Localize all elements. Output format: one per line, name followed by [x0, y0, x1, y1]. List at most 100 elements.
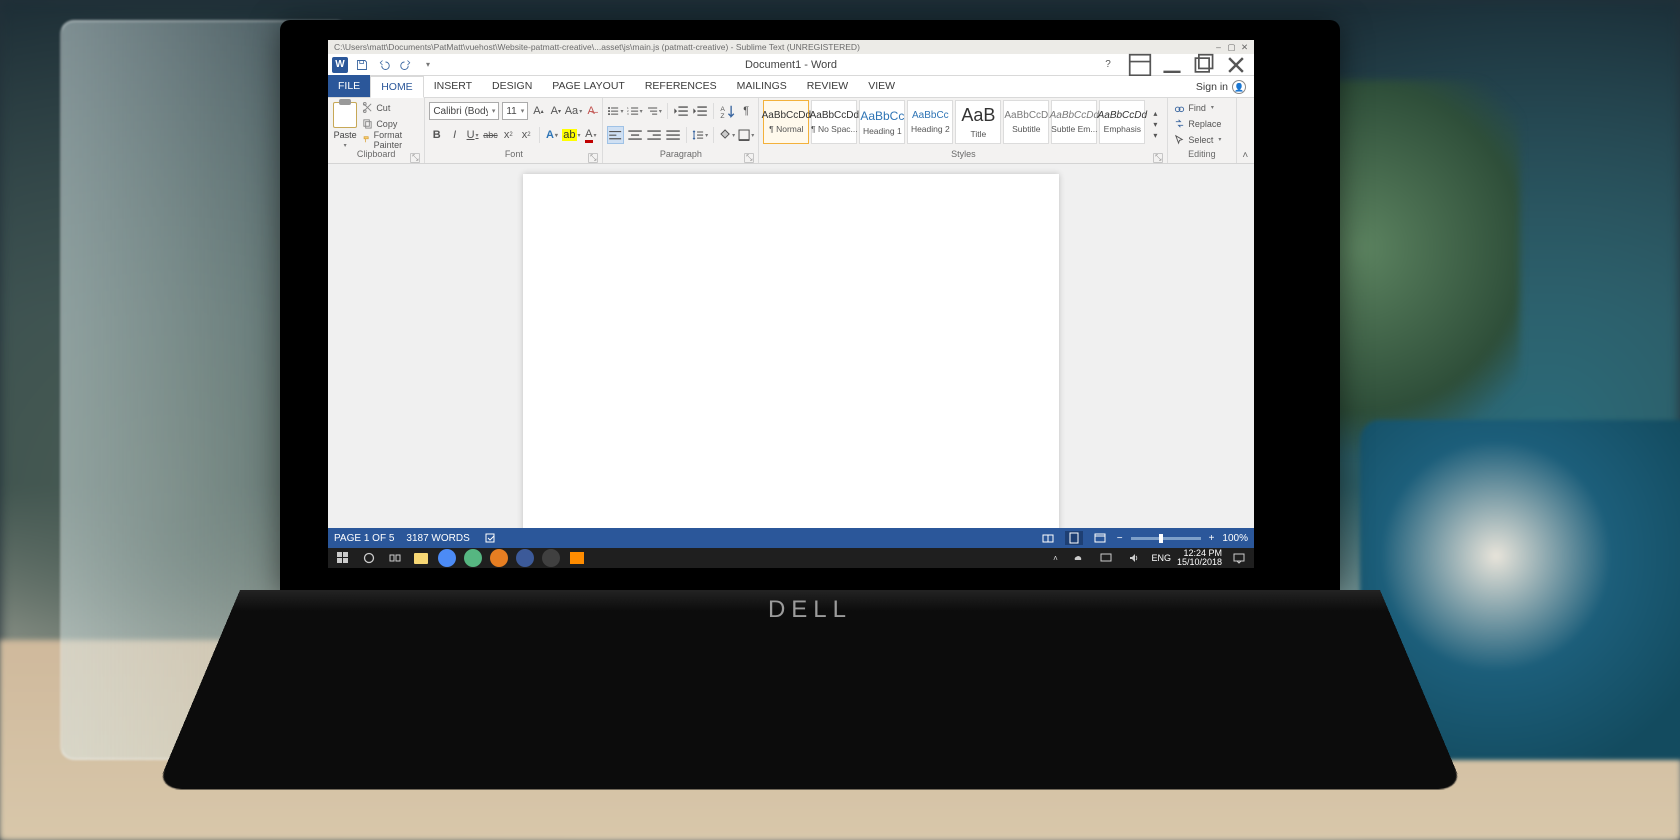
font-size-combo[interactable]: 11▾ — [502, 102, 528, 120]
line-spacing-button[interactable] — [692, 126, 708, 144]
increase-indent-button[interactable] — [692, 102, 708, 120]
tray-language[interactable]: ENG — [1151, 553, 1171, 563]
close-button[interactable] — [1224, 56, 1248, 74]
ribbon-display-options-button[interactable] — [1128, 56, 1152, 74]
text-effects-button[interactable]: A — [545, 126, 560, 144]
strikethrough-button[interactable]: abc — [483, 126, 498, 144]
bg-close-button[interactable]: ✕ — [1239, 42, 1250, 53]
zoom-level[interactable]: 100% — [1222, 533, 1248, 544]
clipboard-dialog-launcher[interactable]: ⤡ — [410, 153, 420, 163]
decrease-indent-button[interactable] — [673, 102, 689, 120]
multilevel-list-button[interactable] — [646, 102, 662, 120]
taskbar-app-3[interactable] — [488, 549, 510, 567]
qa-undo-button[interactable] — [376, 57, 392, 73]
cortana-button[interactable] — [358, 549, 380, 567]
style-subtle-emphasis[interactable]: AaBbCcDdSubtle Em... — [1051, 100, 1097, 144]
styles-gallery-more[interactable]: ▴▾▾ — [1147, 100, 1163, 149]
document-area[interactable] — [328, 164, 1254, 528]
font-dialog-launcher[interactable]: ⤡ — [588, 153, 598, 163]
style-normal[interactable]: AaBbCcDd¶ Normal — [763, 100, 809, 144]
align-right-button[interactable] — [646, 126, 662, 144]
bold-button[interactable]: B — [429, 126, 444, 144]
cut-button[interactable]: Cut — [360, 100, 420, 115]
minimize-button[interactable] — [1160, 56, 1184, 74]
tray-overflow-button[interactable]: ˄ — [1049, 549, 1061, 567]
font-color-button[interactable]: A — [583, 126, 598, 144]
find-button[interactable]: Find▾ — [1172, 100, 1231, 115]
tab-references[interactable]: REFERENCES — [635, 75, 727, 97]
collapse-ribbon-button[interactable]: ˄ — [1242, 150, 1248, 161]
taskbar-app-1[interactable] — [436, 549, 458, 567]
font-name-combo[interactable]: Calibri (Body)▾ — [429, 102, 499, 120]
sign-in-link[interactable]: Sign in 👤 — [1196, 76, 1246, 98]
style-heading-2[interactable]: AaBbCcHeading 2 — [907, 100, 953, 144]
status-words[interactable]: 3187 WORDS — [406, 533, 469, 544]
bg-minimize-button[interactable]: – — [1213, 42, 1224, 53]
tray-network-icon[interactable] — [1095, 549, 1117, 567]
bg-maximize-button[interactable]: ▢ — [1226, 42, 1237, 53]
tab-page-layout[interactable]: PAGE LAYOUT — [542, 75, 635, 97]
numbering-button[interactable]: 123 — [627, 102, 643, 120]
replace-button[interactable]: Replace — [1172, 116, 1231, 131]
style-heading-1[interactable]: AaBbCcHeading 1 — [859, 100, 905, 144]
taskbar-app-4[interactable] — [514, 549, 536, 567]
superscript-button[interactable]: x2 — [519, 126, 534, 144]
view-read-mode-button[interactable] — [1039, 531, 1057, 545]
paste-button[interactable]: Paste ▾ — [332, 100, 358, 149]
paragraph-dialog-launcher[interactable]: ⤡ — [744, 153, 754, 163]
zoom-slider[interactable] — [1131, 537, 1201, 540]
show-marks-button[interactable]: ¶ — [738, 102, 754, 120]
qa-save-button[interactable] — [354, 57, 370, 73]
shrink-font-button[interactable]: A▾ — [549, 102, 563, 120]
tab-design[interactable]: DESIGN — [482, 75, 542, 97]
borders-button[interactable] — [738, 126, 754, 144]
change-case-button[interactable]: Aa — [566, 102, 581, 120]
select-button[interactable]: Select▾ — [1172, 132, 1231, 147]
shading-button[interactable] — [719, 126, 735, 144]
view-web-layout-button[interactable] — [1091, 531, 1109, 545]
status-page[interactable]: PAGE 1 OF 5 — [334, 533, 394, 544]
help-button[interactable]: ? — [1096, 56, 1120, 74]
tab-file[interactable]: FILE — [328, 75, 370, 97]
taskbar-app-5[interactable] — [540, 549, 562, 567]
tab-mailings[interactable]: MAILINGS — [727, 75, 797, 97]
zoom-in-button[interactable]: + — [1209, 533, 1215, 544]
qa-customize-button[interactable]: ▾ — [420, 57, 436, 73]
clear-formatting-button[interactable]: A̶ — [584, 102, 598, 120]
underline-button[interactable]: U — [465, 126, 480, 144]
taskbar-app-6[interactable] — [566, 549, 588, 567]
status-proofing-button[interactable] — [482, 531, 500, 545]
tab-insert[interactable]: INSERT — [424, 75, 482, 97]
document-page[interactable] — [523, 174, 1059, 528]
italic-button[interactable]: I — [447, 126, 462, 144]
tab-review[interactable]: REVIEW — [797, 75, 858, 97]
grow-font-button[interactable]: A▴ — [531, 102, 545, 120]
style-subtitle[interactable]: AaBbCcDSubtitle — [1003, 100, 1049, 144]
zoom-out-button[interactable]: − — [1117, 533, 1123, 544]
taskbar-app-explorer[interactable] — [410, 549, 432, 567]
tab-home[interactable]: HOME — [370, 76, 424, 98]
qa-redo-button[interactable] — [398, 57, 414, 73]
style-emphasis[interactable]: AaBbCcDdEmphasis — [1099, 100, 1145, 144]
format-painter-button[interactable]: Format Painter — [360, 132, 420, 147]
taskbar-clock[interactable]: 12:24 PM 15/10/2018 — [1177, 549, 1222, 567]
tray-volume-icon[interactable] — [1123, 549, 1145, 567]
justify-button[interactable] — [665, 126, 681, 144]
tab-view[interactable]: VIEW — [858, 75, 905, 97]
start-button[interactable] — [332, 549, 354, 567]
style-title[interactable]: AaBTitle — [955, 100, 1001, 144]
highlight-button[interactable]: ab — [562, 126, 580, 144]
bullets-button[interactable] — [607, 102, 623, 120]
view-print-layout-button[interactable] — [1065, 531, 1083, 545]
sort-button[interactable]: AZ — [719, 102, 735, 120]
align-center-button[interactable] — [627, 126, 643, 144]
tray-onedrive-icon[interactable] — [1067, 549, 1089, 567]
subscript-button[interactable]: x2 — [501, 126, 516, 144]
task-view-button[interactable] — [384, 549, 406, 567]
action-center-button[interactable] — [1228, 549, 1250, 567]
align-left-button[interactable] — [607, 126, 623, 144]
style-no-spacing[interactable]: AaBbCcDd¶ No Spac... — [811, 100, 857, 144]
styles-dialog-launcher[interactable]: ⤡ — [1153, 153, 1163, 163]
taskbar-app-2[interactable] — [462, 549, 484, 567]
maximize-button[interactable] — [1192, 56, 1216, 74]
